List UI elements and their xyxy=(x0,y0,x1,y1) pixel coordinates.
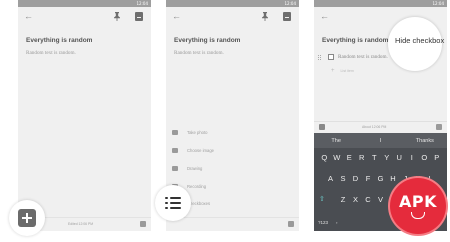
key-v[interactable]: V xyxy=(374,195,387,204)
note-title[interactable]: Everything is random xyxy=(174,37,240,44)
key-c[interactable]: C xyxy=(362,195,375,204)
drag-handle-icon[interactable] xyxy=(318,54,321,60)
list-icon-row xyxy=(165,196,181,200)
checklist-item[interactable]: Random text is random. xyxy=(318,54,388,60)
menu-item-label: Take photo xyxy=(187,129,208,135)
key-a[interactable]: A xyxy=(324,174,337,183)
bottom-bar: About 12:06 PM xyxy=(314,121,447,132)
hide-checkbox-option[interactable]: Hide checkbox xyxy=(395,36,444,45)
archive-icon[interactable] xyxy=(283,12,291,21)
note-toolbar: ← xyxy=(166,7,299,27)
status-bar: 12:04 xyxy=(166,0,299,7)
image-icon xyxy=(172,147,178,153)
key-t[interactable]: T xyxy=(368,153,381,162)
menu-item-choose-image[interactable]: Choose image xyxy=(172,145,214,155)
menu-item-take-photo[interactable]: Take photo xyxy=(172,127,208,137)
key-f[interactable]: F xyxy=(362,174,375,183)
key-h[interactable]: H xyxy=(387,174,400,183)
key-g[interactable]: G xyxy=(374,174,387,183)
suggestion-strip: The I Thanks xyxy=(314,133,447,148)
comma-key[interactable]: , xyxy=(336,219,338,225)
key-x[interactable]: X xyxy=(349,195,362,204)
camera-icon xyxy=(172,129,178,135)
key-e[interactable]: E xyxy=(343,153,356,162)
suggestion[interactable]: The xyxy=(314,138,358,144)
note-title[interactable]: Everything is random xyxy=(26,37,92,44)
key-d[interactable]: D xyxy=(349,174,362,183)
back-arrow-icon[interactable]: ← xyxy=(24,11,33,21)
status-bar: 12:04 xyxy=(18,0,151,7)
checkbox[interactable] xyxy=(328,54,334,60)
key-w[interactable]: W xyxy=(331,153,344,162)
key-r[interactable]: R xyxy=(356,153,369,162)
suggestion[interactable]: I xyxy=(358,138,402,144)
bottom-bar xyxy=(166,217,299,231)
cup-icon xyxy=(411,211,425,219)
key-s[interactable]: S xyxy=(337,174,350,183)
key-o[interactable]: O xyxy=(418,153,431,162)
key-z[interactable]: Z xyxy=(337,195,350,204)
pen-icon xyxy=(172,165,178,171)
key-y[interactable]: Y xyxy=(381,153,394,162)
key-row-1: QWERTYUIOP xyxy=(314,153,447,162)
note-title[interactable]: Everything is random xyxy=(322,37,388,44)
checklist-item-text[interactable]: Random text is random. xyxy=(338,54,388,60)
suggestion[interactable]: Thanks xyxy=(403,138,447,144)
note-body[interactable]: Random text is random. xyxy=(174,50,224,56)
list-icon-row xyxy=(165,206,181,210)
pin-icon[interactable] xyxy=(262,12,268,21)
more-icon[interactable] xyxy=(436,124,442,130)
back-arrow-icon[interactable]: ← xyxy=(172,11,181,21)
menu-item-label: Choose image xyxy=(187,147,215,153)
status-time: 12:04 xyxy=(432,1,444,6)
status-bar: 12:04 xyxy=(314,0,447,7)
list-icon-row xyxy=(165,201,181,205)
add-list-item-label: List item xyxy=(340,69,354,73)
key-q[interactable]: Q xyxy=(318,153,331,162)
back-arrow-icon[interactable]: ← xyxy=(320,11,329,21)
archive-icon[interactable] xyxy=(135,12,143,21)
add-button[interactable] xyxy=(18,209,36,227)
symbols-key[interactable]: ?123 xyxy=(318,220,328,225)
edited-timestamp: Edited 12:06 PM xyxy=(68,222,94,226)
key-i[interactable]: I xyxy=(406,153,419,162)
menu-item-label: Drawing xyxy=(187,165,203,171)
key-p[interactable]: P xyxy=(431,153,444,162)
note-body[interactable]: Random text is random. xyxy=(26,50,76,56)
key-u[interactable]: U xyxy=(393,153,406,162)
status-time: 12:04 xyxy=(284,1,296,6)
add-icon[interactable] xyxy=(319,124,325,130)
checkboxes-button-highlight[interactable] xyxy=(155,185,191,221)
note-toolbar: ← xyxy=(18,7,151,27)
apk-watermark: APK xyxy=(390,178,446,234)
edited-timestamp: About 12:06 PM xyxy=(362,125,387,129)
add-list-item[interactable]: + List item xyxy=(331,68,354,74)
more-icon[interactable] xyxy=(140,221,146,227)
more-icon[interactable] xyxy=(288,221,294,227)
menu-item-drawing[interactable]: Drawing xyxy=(172,163,202,173)
pin-icon[interactable] xyxy=(114,12,120,21)
plus-icon: + xyxy=(331,68,335,74)
phone-panel-1: 12:04 ← Everything is random Random text… xyxy=(18,0,151,231)
status-time: 12:04 xyxy=(136,1,148,6)
menu-item-label: Recording xyxy=(187,183,207,189)
add-button-highlight xyxy=(9,200,45,236)
watermark-text: APK xyxy=(398,191,437,211)
